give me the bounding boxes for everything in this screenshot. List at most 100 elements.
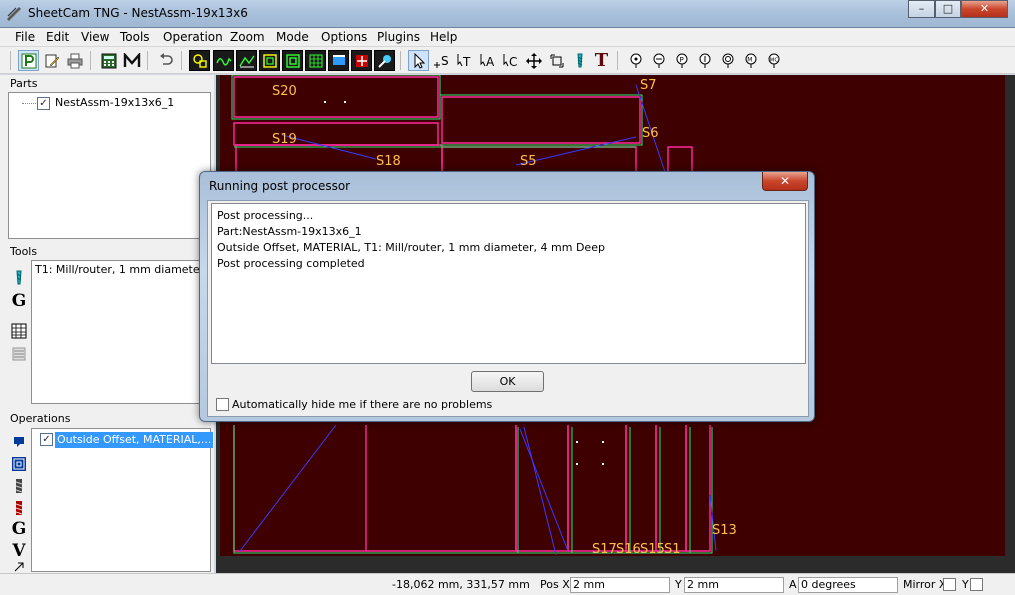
undo-button[interactable] — [155, 50, 176, 71]
menu-plugins[interactable]: Plugins — [377, 30, 420, 44]
pos-x-value: 2 mm — [573, 578, 605, 591]
pos-y-field[interactable]: 2 mm — [684, 577, 784, 593]
operation-list-item[interactable]: Outside Offset, MATERIAL,... — [55, 432, 214, 448]
jet-op-button[interactable] — [648, 50, 669, 71]
drill-op-button[interactable] — [625, 50, 646, 71]
close-icon: ✕ — [979, 2, 990, 15]
part-mode-button[interactable] — [18, 50, 39, 71]
maximize-icon: □ — [942, 2, 954, 15]
offset-view-button[interactable] — [282, 50, 303, 71]
select-a-button[interactable]: A — [477, 50, 498, 71]
post-processor-dialog: Running post processor ✕ Post processing… — [199, 171, 815, 422]
ok-button[interactable]: OK — [471, 371, 544, 392]
close-window-button[interactable]: ✕ — [961, 0, 1008, 18]
auto-hide-checkbox[interactable] — [216, 398, 229, 411]
op-gcode-button[interactable]: G — [9, 519, 29, 539]
mirror-x-checkbox[interactable] — [943, 578, 956, 591]
mill-op-button[interactable]: M — [740, 50, 761, 71]
square-outline-icon — [262, 53, 277, 68]
angle-label: A — [789, 578, 797, 591]
outline-view-button[interactable] — [259, 50, 280, 71]
op-offset-button[interactable] — [9, 454, 29, 474]
menu-mode[interactable]: Mode — [276, 30, 309, 44]
tool-button[interactable] — [569, 50, 590, 71]
text-tool-button[interactable]: T — [591, 50, 612, 71]
op-drill-button[interactable] — [9, 477, 29, 497]
pos-x-label: Pos X — [540, 578, 570, 591]
wave-icon — [215, 57, 231, 66]
menu-view[interactable]: View — [81, 30, 109, 44]
angle-field[interactable]: 0 degrees — [798, 577, 898, 593]
part-tree-item[interactable]: NestAssm-19x13x6_1 — [55, 96, 174, 109]
inside-op-button[interactable] — [694, 50, 715, 71]
edit-part-button[interactable] — [41, 50, 62, 71]
select-c-button[interactable]: C — [500, 50, 521, 71]
dialog-title: Running post processor — [209, 179, 351, 193]
tabs-view-button[interactable] — [351, 50, 372, 71]
cursor-arrow-icon — [414, 52, 425, 69]
material-view-button[interactable] — [328, 50, 349, 71]
tool-table-button[interactable] — [9, 321, 29, 341]
log-line: Outside Offset, MATERIAL, T1: Mill/route… — [217, 241, 605, 254]
tool-view-button[interactable] — [374, 50, 395, 71]
maximize-button[interactable]: □ — [935, 0, 961, 18]
gcode-tool-button[interactable]: G — [9, 291, 29, 311]
tool-list-button[interactable] — [9, 344, 29, 364]
mirror-y-checkbox[interactable] — [970, 578, 983, 591]
material-button[interactable] — [121, 50, 142, 71]
menu-file[interactable]: File — [15, 30, 35, 44]
part-visible-checkbox[interactable]: ✓ — [37, 97, 50, 110]
move-button[interactable] — [523, 50, 544, 71]
menu-zoom[interactable]: Zoom — [230, 30, 265, 44]
select-tool-button[interactable] — [408, 50, 429, 71]
g-icon: G — [11, 291, 27, 311]
calculator-button[interactable] — [98, 50, 119, 71]
tools-list[interactable]: T1: Mill/router, 1 mm diameter — [31, 260, 211, 404]
op-tap-button[interactable] — [9, 499, 29, 519]
pos-x-field[interactable]: 2 mm — [570, 577, 670, 593]
operation-enabled-checkbox[interactable]: ✓ — [40, 433, 53, 446]
rapids-view-button[interactable] — [236, 50, 257, 71]
fill-view-button[interactable] — [305, 50, 326, 71]
angle-value: 0 degrees — [801, 578, 856, 591]
svg-text:M: M — [747, 56, 752, 63]
close-icon: ✕ — [779, 174, 791, 188]
p-icon — [21, 53, 36, 68]
engrave-op-button[interactable]: MC — [763, 50, 784, 71]
post-log: Post processing... Part:NestAssm-19x13x6… — [211, 203, 806, 364]
operations-panel-label: Operations — [10, 412, 71, 425]
auto-hide-label[interactable]: Automatically hide me if there are no pr… — [232, 398, 492, 411]
outside-op-button[interactable] — [717, 50, 738, 71]
move-arrows-icon — [525, 52, 542, 69]
menu-options[interactable]: Options — [321, 30, 367, 44]
menu-operation[interactable]: Operation — [163, 30, 223, 44]
text-t-icon: T — [594, 50, 609, 71]
arrow-t-icon: T — [457, 53, 471, 69]
print-button[interactable] — [64, 50, 85, 71]
offset-icon — [285, 53, 300, 68]
draw-shapes-button[interactable] — [189, 50, 210, 71]
select-text-button[interactable]: T — [454, 50, 475, 71]
label-s19: S19 — [272, 132, 297, 147]
dialog-body: Post processing... Part:NestAssm-19x13x6… — [207, 200, 809, 417]
pocket-op-button[interactable]: P — [671, 50, 692, 71]
menu-tools[interactable]: Tools — [120, 30, 150, 44]
shapes-icon — [192, 53, 207, 68]
operations-list[interactable]: ✓ Outside Offset, MATERIAL,... — [31, 428, 214, 572]
op-vcarve-button[interactable]: V — [9, 541, 29, 561]
minimize-button[interactable]: – — [908, 0, 935, 18]
start-point-icon: S — [433, 54, 448, 68]
dialog-close-button[interactable]: ✕ — [762, 172, 808, 191]
new-tool-button[interactable] — [9, 268, 29, 288]
tool-list-item[interactable]: T1: Mill/router, 1 mm diameter — [35, 263, 204, 276]
machine-icon — [14, 437, 24, 447]
op-p-icon: P — [676, 53, 687, 68]
op-more-button[interactable] — [9, 561, 29, 573]
toolpath-view-button[interactable] — [213, 50, 234, 71]
menu-help[interactable]: Help — [430, 30, 457, 44]
menu-edit[interactable]: Edit — [46, 30, 69, 44]
rotate-button[interactable] — [546, 50, 567, 71]
start-point-button[interactable]: S — [431, 50, 452, 71]
parts-tree[interactable]: ✓ NestAssm-19x13x6_1 — [8, 92, 211, 239]
op-settings-button[interactable] — [9, 432, 29, 452]
